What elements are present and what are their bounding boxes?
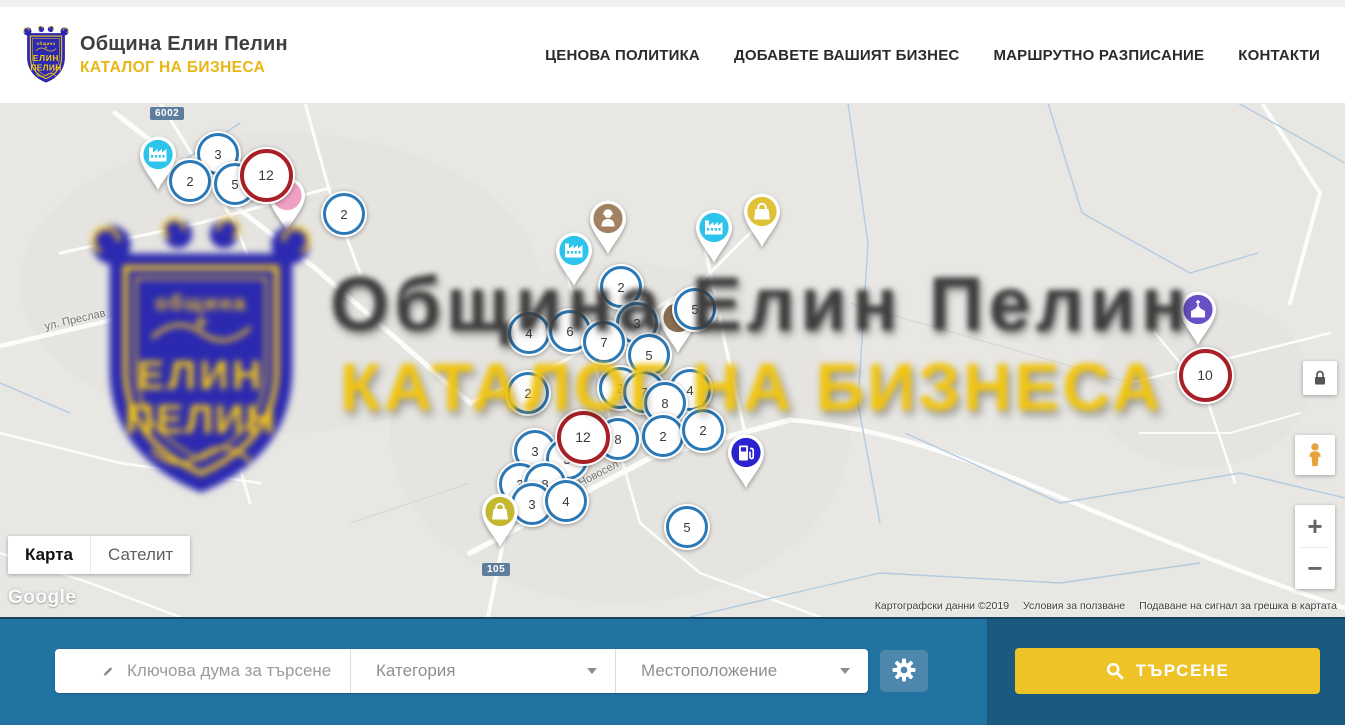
keyword-field[interactable] bbox=[55, 649, 350, 693]
category-select-label: Категория bbox=[376, 661, 455, 681]
church-pin[interactable] bbox=[1176, 290, 1220, 352]
cluster-marker[interactable]: 5 bbox=[672, 286, 718, 332]
svg-text:община: община bbox=[37, 41, 56, 46]
svg-text:ЕЛИН: ЕЛИН bbox=[33, 53, 59, 63]
gear-icon bbox=[891, 657, 917, 686]
search-icon bbox=[1106, 662, 1124, 680]
search-input[interactable] bbox=[125, 660, 350, 682]
cluster-count: 12 bbox=[557, 411, 610, 464]
location-select[interactable]: Местоположение bbox=[615, 649, 868, 693]
cluster-marker[interactable]: 7 bbox=[581, 319, 627, 365]
cluster-marker[interactable]: 5 bbox=[664, 504, 710, 550]
nav-item-3[interactable]: КОНТАКТИ bbox=[1238, 47, 1320, 64]
main-nav: ЦЕНОВА ПОЛИТИКА ДОБАВЕТЕ ВАШИЯТ БИЗНЕС МАР… bbox=[545, 7, 1320, 103]
cluster-marker[interactable]: 12 bbox=[238, 147, 295, 204]
nav-item-1[interactable]: ДОБАВЕТЕ ВАШИЯТ БИЗНЕС bbox=[734, 47, 959, 64]
cluster-count: 12 bbox=[240, 149, 293, 202]
cluster-count: 10 bbox=[1179, 349, 1232, 402]
cluster-count: 7 bbox=[583, 321, 625, 363]
cluster-count: 4 bbox=[545, 480, 587, 522]
road-badge: 6002 bbox=[150, 107, 184, 120]
factory-pin[interactable] bbox=[692, 208, 736, 270]
search-bar: Категория Местоположение ТЪРСЕНЕ bbox=[0, 617, 1345, 725]
chevron-down-icon bbox=[587, 668, 597, 674]
search-button[interactable]: ТЪРСЕНЕ bbox=[1015, 648, 1320, 694]
search-bar-right-panel: ТЪРСЕНЕ bbox=[987, 619, 1345, 725]
cluster-marker[interactable]: 2 bbox=[640, 413, 686, 459]
search-field-group: Категория Местоположение bbox=[55, 649, 868, 693]
pegman-icon bbox=[1304, 442, 1326, 468]
location-select-label: Местоположение bbox=[641, 661, 777, 681]
factory-pin[interactable] bbox=[552, 231, 596, 293]
google-logo[interactable]: Google bbox=[8, 587, 76, 609]
bag-pin[interactable] bbox=[478, 492, 522, 554]
cluster-count: 5 bbox=[674, 288, 716, 330]
cluster-marker[interactable]: 2 bbox=[321, 191, 367, 237]
page: община ЕЛИН ПЕЛИН Община Елин Пелин КАТА… bbox=[0, 0, 1345, 725]
nav-item-2[interactable]: МАРШРУТНО РАЗПИСАНИЕ bbox=[993, 47, 1204, 64]
cluster-marker[interactable]: 10 bbox=[1177, 347, 1234, 404]
map-type-map-button[interactable]: Карта bbox=[8, 536, 90, 574]
site-title: Община Елин Пелин bbox=[80, 33, 288, 56]
cluster-marker[interactable]: 2 bbox=[505, 370, 551, 416]
map-type-control: Карта Сателит bbox=[8, 536, 190, 574]
zoom-control: + − bbox=[1295, 505, 1335, 589]
bag-pin[interactable] bbox=[740, 192, 784, 254]
advanced-settings-button[interactable] bbox=[880, 650, 928, 692]
cluster-count: 2 bbox=[682, 409, 724, 451]
fuel-pin[interactable] bbox=[724, 433, 768, 495]
attribution-link-1[interactable]: Условия за ползване bbox=[1023, 600, 1125, 612]
nav-item-0[interactable]: ЦЕНОВА ПОЛИТИКА bbox=[545, 47, 700, 64]
cluster-count: 5 bbox=[666, 506, 708, 548]
cluster-marker[interactable]: 4 bbox=[506, 310, 552, 356]
cluster-count: 4 bbox=[508, 312, 550, 354]
cluster-count: 2 bbox=[323, 193, 365, 235]
cluster-marker[interactable]: 4 bbox=[543, 478, 589, 524]
attribution-link-0[interactable]: Картографски данни ©2019 bbox=[875, 600, 1009, 612]
brand-text: Община Елин Пелин КАТАЛОГ НА БИЗНЕСА bbox=[80, 33, 288, 77]
municipality-crest-logo: община ЕЛИН ПЕЛИН bbox=[22, 25, 70, 85]
svg-text:ПЕЛИН: ПЕЛИН bbox=[30, 62, 61, 72]
attribution-link-2[interactable]: Подаване на сигнал за грешка в картата bbox=[1139, 600, 1337, 612]
fullscreen-lock-button[interactable] bbox=[1303, 361, 1337, 395]
factory-pin[interactable] bbox=[136, 135, 180, 197]
header: община ЕЛИН ПЕЛИН Община Елин Пелин КАТА… bbox=[0, 7, 1345, 104]
cluster-marker[interactable]: 2 bbox=[680, 407, 726, 453]
cluster-marker[interactable]: 12 bbox=[555, 409, 612, 466]
pencil-icon bbox=[103, 663, 113, 680]
zoom-out-button[interactable]: − bbox=[1295, 548, 1335, 589]
category-select[interactable]: Категория bbox=[350, 649, 615, 693]
site-subtitle: КАТАЛОГ НА БИЗНЕСА bbox=[80, 59, 288, 77]
site-logo[interactable]: община ЕЛИН ПЕЛИН Община Елин Пелин КАТА… bbox=[22, 25, 288, 85]
window-edge-strip bbox=[0, 0, 1345, 7]
zoom-in-button[interactable]: + bbox=[1295, 506, 1335, 547]
lock-icon bbox=[1310, 368, 1330, 388]
map-attribution: Картографски данни ©2019 Условия за ползв… bbox=[861, 600, 1337, 612]
cluster-count: 2 bbox=[642, 415, 684, 457]
map-canvas[interactable]: ул. Преславбул. „Новосел6002105 32512223… bbox=[0, 103, 1345, 617]
search-button-label: ТЪРСЕНЕ bbox=[1136, 661, 1230, 681]
map-type-satellite-button[interactable]: Сателит bbox=[90, 536, 190, 574]
cluster-count: 2 bbox=[507, 372, 549, 414]
chevron-down-icon bbox=[840, 668, 850, 674]
pegman-control[interactable] bbox=[1295, 435, 1335, 475]
road-badge: 105 bbox=[482, 563, 510, 576]
